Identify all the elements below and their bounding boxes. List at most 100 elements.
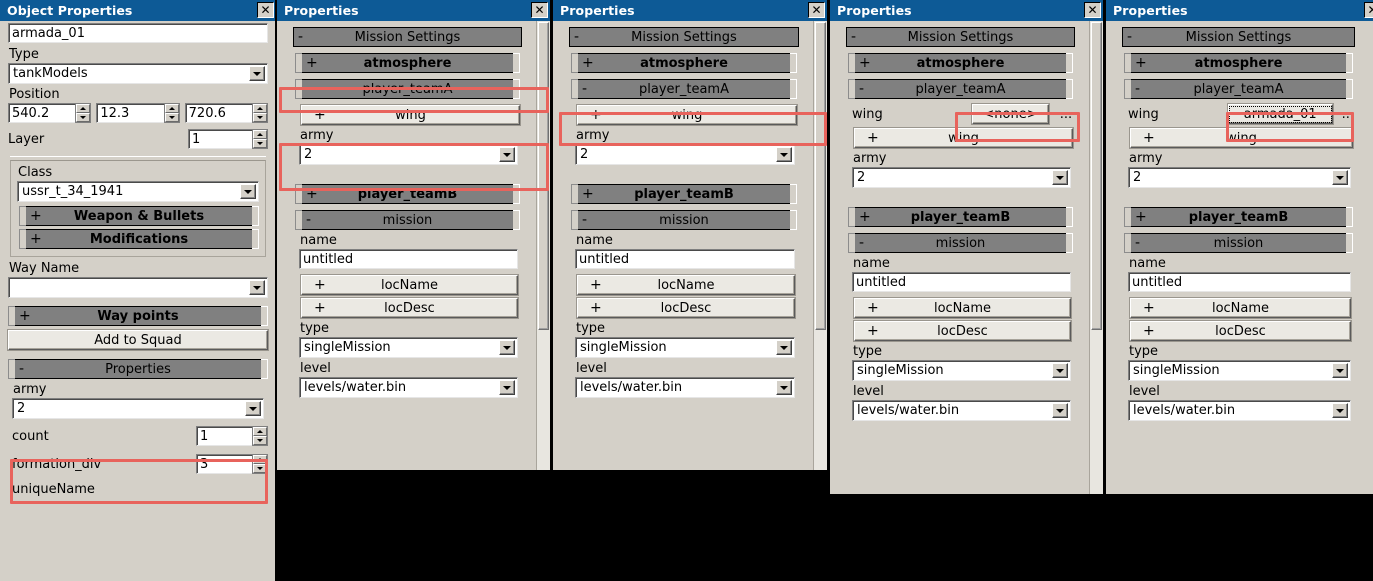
chevron-down-icon[interactable] — [1332, 170, 1348, 185]
way-points-section[interactable]: + Way points — [8, 306, 268, 326]
chevron-down-icon[interactable] — [245, 401, 261, 416]
mission-section[interactable]: - mission — [295, 210, 520, 230]
mission-settings-section[interactable]: - Mission Settings — [569, 27, 799, 47]
mission-name-field[interactable]: untitled — [299, 249, 518, 269]
close-icon[interactable]: ✕ — [1084, 2, 1101, 18]
titlebar-properties-2[interactable]: Properties ✕ — [277, 0, 550, 21]
player-teamB-section[interactable]: + player_teamB — [1124, 207, 1353, 227]
close-icon[interactable]: ✕ — [531, 2, 548, 18]
locName-button[interactable]: + locName — [854, 298, 1071, 318]
mission-section[interactable]: - mission — [848, 233, 1073, 253]
player-teamB-section[interactable]: + player_teamB — [571, 184, 797, 204]
level-combo[interactable]: levels/water.bin — [575, 377, 795, 398]
mission-section[interactable]: - mission — [571, 210, 797, 230]
position-x-stepper[interactable]: 540.2 — [8, 103, 92, 123]
weapon-bullets-section[interactable]: + Weapon & Bullets — [19, 206, 259, 226]
army-combo[interactable]: 2 — [12, 398, 264, 419]
count-stepper[interactable]: 1 — [196, 426, 268, 446]
wing-value-button[interactable]: armada_01 — [1227, 104, 1333, 124]
mission-name-field[interactable]: untitled — [852, 272, 1071, 292]
chevron-down-icon[interactable] — [1052, 363, 1068, 378]
atmosphere-section[interactable]: + atmosphere — [1124, 53, 1353, 73]
close-icon[interactable]: ✕ — [1364, 2, 1373, 18]
chevron-down-icon[interactable] — [1052, 403, 1068, 418]
chevron-down-icon[interactable] — [499, 147, 515, 162]
formation-div-stepper[interactable]: 3 — [196, 454, 268, 474]
chevron-down-icon[interactable] — [240, 184, 256, 199]
mission-type-combo[interactable]: singleMission — [299, 337, 518, 358]
locName-button[interactable]: + locName — [1130, 298, 1351, 318]
layer-stepper[interactable]: 1 — [188, 129, 268, 149]
atmosphere-section[interactable]: + atmosphere — [571, 53, 797, 73]
way-name-combo[interactable] — [8, 277, 268, 298]
formation-div-field[interactable]: 3 — [196, 454, 252, 474]
chevron-down-icon[interactable] — [499, 340, 515, 355]
mission-settings-section[interactable]: - Mission Settings — [1122, 27, 1355, 47]
army-combo[interactable]: 2 — [852, 167, 1071, 188]
army-combo[interactable]: 2 — [1128, 167, 1351, 188]
properties-section[interactable]: - Properties — [8, 359, 268, 379]
locDesc-button[interactable]: + locDesc — [577, 298, 795, 318]
scrollbar-thumb[interactable] — [1091, 22, 1102, 330]
add-to-squad-button[interactable]: Add to Squad — [8, 330, 268, 350]
wing-expand-button[interactable]: + wing — [1130, 128, 1353, 148]
chevron-down-icon[interactable] — [1052, 170, 1068, 185]
locDesc-button[interactable]: + locDesc — [1130, 321, 1351, 341]
locName-button[interactable]: + locName — [577, 275, 795, 295]
mission-type-combo[interactable]: singleMission — [1128, 360, 1351, 381]
position-z-field[interactable]: 720.6 — [184, 103, 252, 123]
position-y-stepper[interactable]: 12.3 — [96, 103, 180, 123]
chevron-down-icon[interactable] — [776, 147, 792, 162]
position-z-spin[interactable] — [251, 103, 268, 123]
wing-expand-button[interactable]: + wing — [577, 105, 797, 125]
position-y-spin[interactable] — [163, 103, 180, 123]
locDesc-button[interactable]: + locDesc — [301, 298, 518, 318]
chevron-down-icon[interactable] — [776, 340, 792, 355]
mission-section[interactable]: - mission — [1124, 233, 1353, 253]
chevron-down-icon[interactable] — [499, 380, 515, 395]
modifications-section[interactable]: + Modifications — [19, 229, 259, 249]
mission-name-field[interactable]: untitled — [575, 249, 795, 269]
player-teamA-section[interactable]: - player_teamA — [848, 79, 1073, 99]
class-combo[interactable]: ussr_t_34_1941 — [17, 181, 259, 202]
titlebar-properties-3[interactable]: Properties ✕ — [553, 0, 827, 21]
wing-browse-button[interactable]: ... — [1055, 104, 1077, 124]
close-icon[interactable]: ✕ — [257, 2, 274, 18]
scrollbar-thumb[interactable] — [815, 22, 826, 330]
mission-settings-section[interactable]: - Mission Settings — [846, 27, 1075, 47]
titlebar-properties-4[interactable]: Properties ✕ — [830, 0, 1103, 21]
wing-expand-button[interactable]: + wing — [301, 105, 520, 125]
army-combo[interactable]: 2 — [299, 144, 518, 165]
chevron-down-icon[interactable] — [249, 280, 265, 295]
mission-settings-section[interactable]: - Mission Settings — [293, 27, 522, 47]
layer-field[interactable]: 1 — [188, 129, 252, 149]
player-teamB-section[interactable]: + player_teamB — [848, 207, 1073, 227]
level-combo[interactable]: levels/water.bin — [852, 400, 1071, 421]
wing-browse-button[interactable]: ... — [1339, 104, 1357, 124]
mission-name-field[interactable]: untitled — [1128, 272, 1351, 292]
object-name-field[interactable]: armada_01 — [8, 23, 268, 43]
position-z-stepper[interactable]: 720.6 — [184, 103, 268, 123]
chevron-down-icon[interactable] — [1332, 403, 1348, 418]
wing-value-button[interactable]: <none> — [972, 104, 1049, 124]
titlebar-object-properties[interactable]: Object Properties ✕ — [0, 0, 276, 21]
level-combo[interactable]: levels/water.bin — [299, 377, 518, 398]
count-field[interactable]: 1 — [196, 426, 252, 446]
player-teamA-section[interactable]: - player_teamA — [571, 79, 797, 99]
layer-spin[interactable] — [252, 129, 268, 149]
player-teamA-section[interactable]: - player_teamA — [295, 79, 520, 99]
locDesc-button[interactable]: + locDesc — [854, 321, 1071, 341]
titlebar-properties-5[interactable]: Properties ✕ — [1106, 0, 1373, 21]
chevron-down-icon[interactable] — [1332, 363, 1348, 378]
position-x-spin[interactable] — [75, 103, 92, 123]
level-combo[interactable]: levels/water.bin — [1128, 400, 1351, 421]
atmosphere-section[interactable]: + atmosphere — [295, 53, 520, 73]
count-spin[interactable] — [252, 426, 268, 446]
atmosphere-section[interactable]: + atmosphere — [848, 53, 1073, 73]
chevron-down-icon[interactable] — [249, 66, 265, 81]
position-x-field[interactable]: 540.2 — [8, 103, 76, 123]
type-combo[interactable]: tankModels — [8, 63, 268, 84]
close-icon[interactable]: ✕ — [808, 2, 825, 18]
player-teamA-section[interactable]: - player_teamA — [1124, 79, 1353, 99]
chevron-down-icon[interactable] — [776, 380, 792, 395]
